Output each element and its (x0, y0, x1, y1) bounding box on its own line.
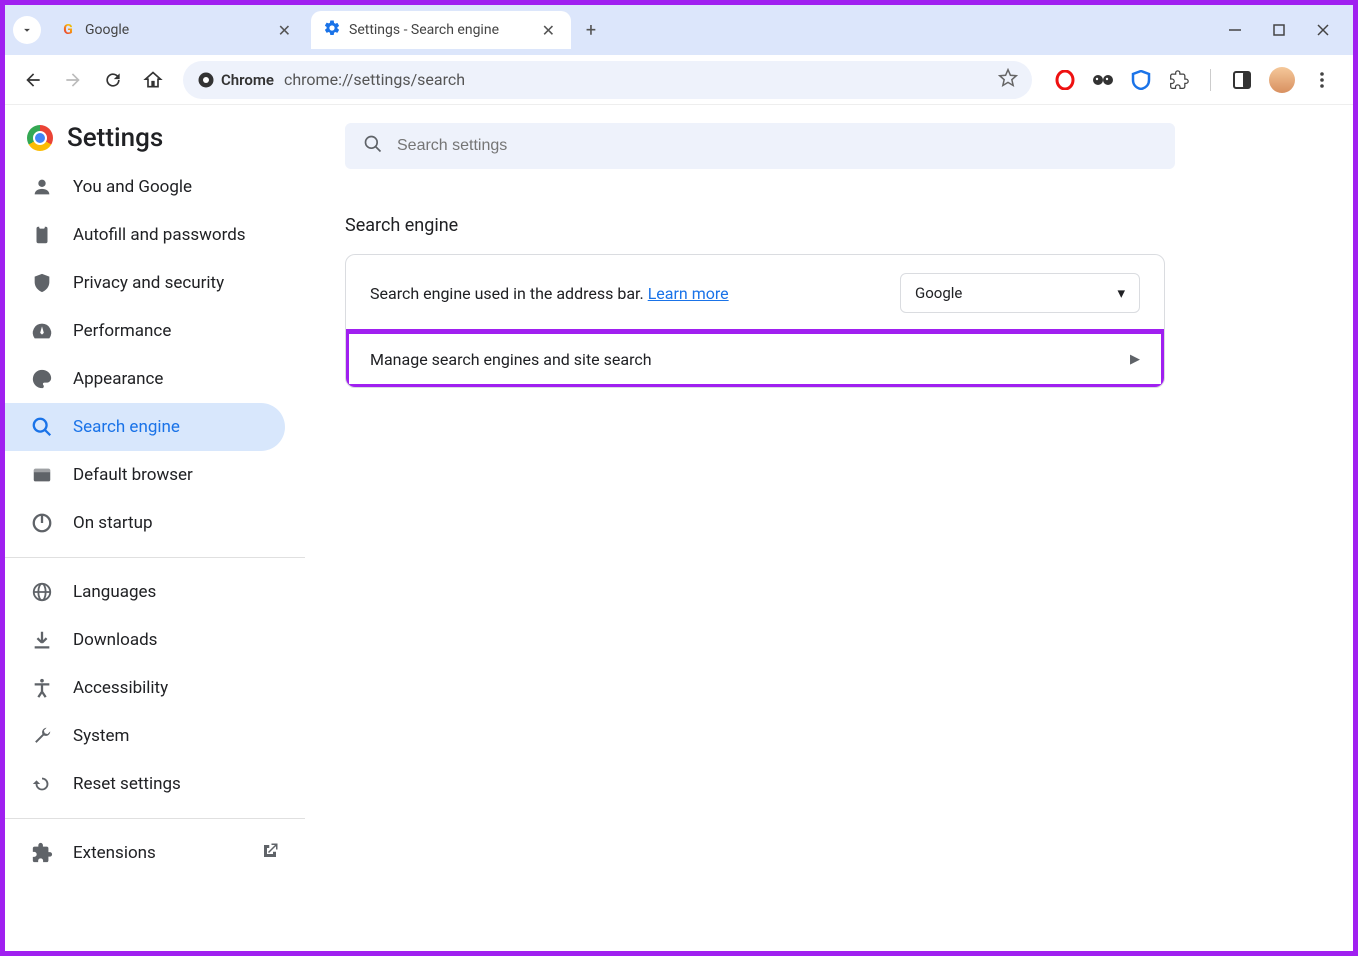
home-button[interactable] (135, 62, 171, 98)
globe-icon (31, 581, 53, 603)
wrench-icon (31, 725, 53, 747)
tab-search-button[interactable] (13, 16, 41, 44)
sidebar-item-label: Default browser (73, 465, 193, 485)
search-engine-select[interactable]: Google ▾ (900, 273, 1140, 313)
sidebar-item-privacy[interactable]: Privacy and security (5, 259, 285, 307)
browser-toolbar: Chrome chrome://settings/search (5, 55, 1353, 105)
close-window-button[interactable] (1313, 20, 1333, 40)
window-controls (1213, 20, 1345, 40)
section-title: Search engine (345, 215, 1313, 236)
settings-title: Settings (67, 123, 163, 153)
address-bar[interactable]: Chrome chrome://settings/search (183, 61, 1032, 99)
sidebar-item-system[interactable]: System (5, 712, 285, 760)
sidebar-item-label: System (73, 726, 129, 746)
settings-sidebar: Settings You and Google Autofill and pas… (5, 105, 305, 951)
manage-search-engines-row[interactable]: Manage search engines and site search ▶ (346, 331, 1164, 387)
learn-more-link[interactable]: Learn more (648, 284, 729, 303)
shield-icon (31, 272, 53, 294)
palette-icon (31, 368, 53, 390)
sidebar-item-label: Privacy and security (73, 273, 224, 293)
extension-glasses-icon[interactable] (1092, 69, 1114, 91)
person-icon (31, 176, 53, 198)
reset-icon (31, 773, 53, 795)
toolbar-divider (1210, 69, 1211, 91)
settings-search-input[interactable] (397, 137, 1157, 155)
tab-title: Google (85, 22, 266, 38)
sidebar-item-label: On startup (73, 513, 153, 533)
forward-button[interactable] (55, 62, 91, 98)
tab-title: Settings - Search engine (349, 22, 530, 38)
sidebar-item-on-startup[interactable]: On startup (5, 499, 285, 547)
sidebar-item-label: Extensions (73, 843, 156, 863)
accessibility-icon (31, 677, 53, 699)
extensions-menu-button[interactable] (1168, 69, 1190, 91)
search-icon (31, 416, 53, 438)
browser-icon (31, 464, 53, 486)
sidebar-item-label: Reset settings (73, 774, 181, 794)
chrome-icon (197, 71, 215, 89)
sidebar-item-default-browser[interactable]: Default browser (5, 451, 285, 499)
search-engine-card: Search engine used in the address bar. L… (345, 254, 1165, 388)
sidebar-item-you-and-google[interactable]: You and Google (5, 163, 285, 211)
speedometer-icon (31, 320, 53, 342)
bookmark-button[interactable] (998, 68, 1018, 92)
sidebar-item-label: Search engine (73, 417, 180, 437)
close-tab-button[interactable]: ✕ (538, 19, 559, 42)
chevron-down-icon: ▾ (1117, 284, 1125, 302)
sidebar-separator (5, 818, 305, 819)
chip-label: Chrome (221, 71, 274, 89)
search-engine-row: Search engine used in the address bar. L… (346, 255, 1164, 331)
settings-main: Search engine Search engine used in the … (305, 105, 1353, 951)
gear-icon (323, 19, 341, 41)
maximize-button[interactable] (1269, 20, 1289, 40)
sidebar-item-label: You and Google (73, 177, 192, 197)
side-panel-button[interactable] (1231, 69, 1253, 91)
profile-avatar[interactable] (1269, 67, 1295, 93)
google-favicon-icon: G (59, 21, 77, 39)
sidebar-item-accessibility[interactable]: Accessibility (5, 664, 285, 712)
new-tab-button[interactable]: + (575, 14, 607, 46)
browser-tab-settings[interactable]: Settings - Search engine ✕ (311, 11, 571, 49)
chrome-logo-icon (27, 125, 53, 151)
sidebar-item-autofill[interactable]: Autofill and passwords (5, 211, 285, 259)
minimize-button[interactable] (1225, 20, 1245, 40)
close-tab-button[interactable]: ✕ (274, 19, 295, 42)
row-text: Manage search engines and site search (370, 350, 652, 369)
sidebar-item-extensions[interactable]: Extensions (5, 829, 305, 877)
chrome-chip: Chrome (197, 71, 274, 89)
url-text: chrome://settings/search (284, 70, 988, 89)
extension-shield-icon[interactable] (1130, 69, 1152, 91)
puzzle-icon (31, 842, 53, 864)
sidebar-item-performance[interactable]: Performance (5, 307, 285, 355)
browser-tab-google[interactable]: G Google ✕ (47, 11, 307, 49)
back-button[interactable] (15, 62, 51, 98)
sidebar-item-appearance[interactable]: Appearance (5, 355, 285, 403)
sidebar-item-search-engine[interactable]: Search engine (5, 403, 285, 451)
sidebar-item-label: Downloads (73, 630, 157, 650)
search-icon (363, 134, 383, 158)
row-text: Search engine used in the address bar. (370, 284, 648, 303)
power-icon (31, 512, 53, 534)
sidebar-item-label: Appearance (73, 369, 163, 389)
clipboard-icon (31, 224, 53, 246)
sidebar-item-label: Accessibility (73, 678, 168, 698)
sidebar-separator (5, 557, 305, 558)
settings-search[interactable] (345, 123, 1175, 169)
sidebar-item-label: Performance (73, 321, 171, 341)
sidebar-item-reset[interactable]: Reset settings (5, 760, 285, 808)
chevron-right-icon: ▶ (1130, 352, 1140, 367)
sidebar-item-languages[interactable]: Languages (5, 568, 285, 616)
download-icon (31, 629, 53, 651)
browser-tabstrip: G Google ✕ Settings - Search engine ✕ + (5, 5, 1353, 55)
select-value: Google (915, 284, 962, 302)
reload-button[interactable] (95, 62, 131, 98)
external-link-icon (261, 842, 279, 865)
kebab-menu-button[interactable] (1311, 69, 1333, 91)
extension-opera-icon[interactable] (1054, 69, 1076, 91)
sidebar-item-downloads[interactable]: Downloads (5, 616, 285, 664)
sidebar-item-label: Languages (73, 582, 156, 602)
sidebar-item-label: Autofill and passwords (73, 225, 246, 245)
